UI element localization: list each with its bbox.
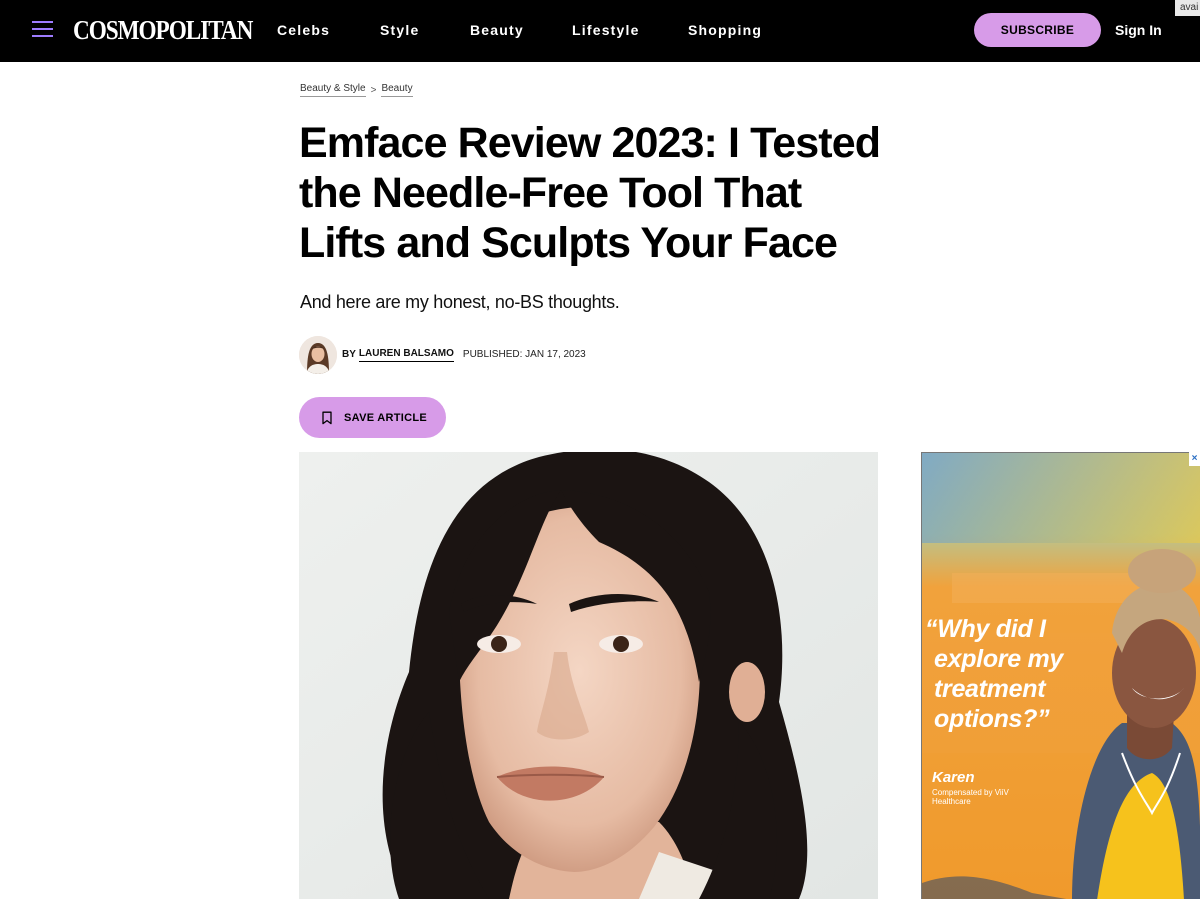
nav-shopping[interactable]: Shopping (688, 22, 762, 39)
title-line: Emface Review 2023: I Tested (299, 119, 881, 167)
author-avatar[interactable] (299, 336, 337, 374)
byline-prefix: BY (342, 348, 356, 360)
site-header: COSMOPOLITAN Celebs Style Beauty Lifesty… (0, 0, 1200, 62)
breadcrumb: Beauty & Style > Beauty (300, 83, 413, 97)
subscribe-button[interactable]: SUBSCRIBE (974, 13, 1101, 47)
breadcrumb-separator: > (370, 84, 377, 96)
ad-quote-line: treatment (934, 675, 1046, 703)
ad-quote-line: explore my (934, 645, 1064, 673)
title-line: Lifts and Sculpts Your Face (299, 219, 838, 267)
article-dek: And here are my honest, no-BS thoughts. (300, 292, 620, 312)
ad-quote-line: “Why did I (925, 615, 1046, 643)
article-title: Emface Review 2023: I Tested the Needle-… (299, 118, 899, 268)
save-article-button[interactable]: SAVE ARTICLE (299, 397, 446, 438)
publish-date: PUBLISHED: JAN 17, 2023 (462, 348, 586, 360)
nav-beauty[interactable]: Beauty (470, 22, 524, 39)
hero-image (299, 452, 878, 899)
nav-lifestyle[interactable]: Lifestyle (572, 22, 640, 39)
nav-style[interactable]: Style (380, 22, 419, 39)
breadcrumb-beauty-style[interactable]: Beauty & Style (300, 83, 366, 97)
breadcrumb-beauty[interactable]: Beauty (381, 83, 413, 97)
site-logo[interactable]: COSMOPOLITAN (73, 14, 253, 46)
corner-tab: avai (1175, 0, 1200, 16)
ad-compensation-note: Compensated by ViiV Healthcare (932, 788, 1009, 806)
nav-celebs[interactable]: Celebs (277, 22, 330, 39)
author-link[interactable]: LAUREN BALSAMO (358, 347, 454, 362)
sign-in-link[interactable]: Sign In (1115, 22, 1162, 39)
bookmark-icon (322, 411, 332, 424)
ad-quote-line: options?” (934, 705, 1050, 733)
title-line: the Needle-Free Tool That (299, 169, 802, 217)
save-article-label: SAVE ARTICLE (344, 411, 428, 424)
ad-person-name: Karen (932, 769, 975, 786)
ad-close-icon[interactable]: × (1189, 452, 1200, 466)
ad-quote: “Why did I explore my treatment options?… (925, 614, 1095, 734)
menu-icon[interactable] (32, 21, 53, 38)
byline: BY LAUREN BALSAMO PUBLISHED: JAN 17, 202… (342, 347, 586, 362)
